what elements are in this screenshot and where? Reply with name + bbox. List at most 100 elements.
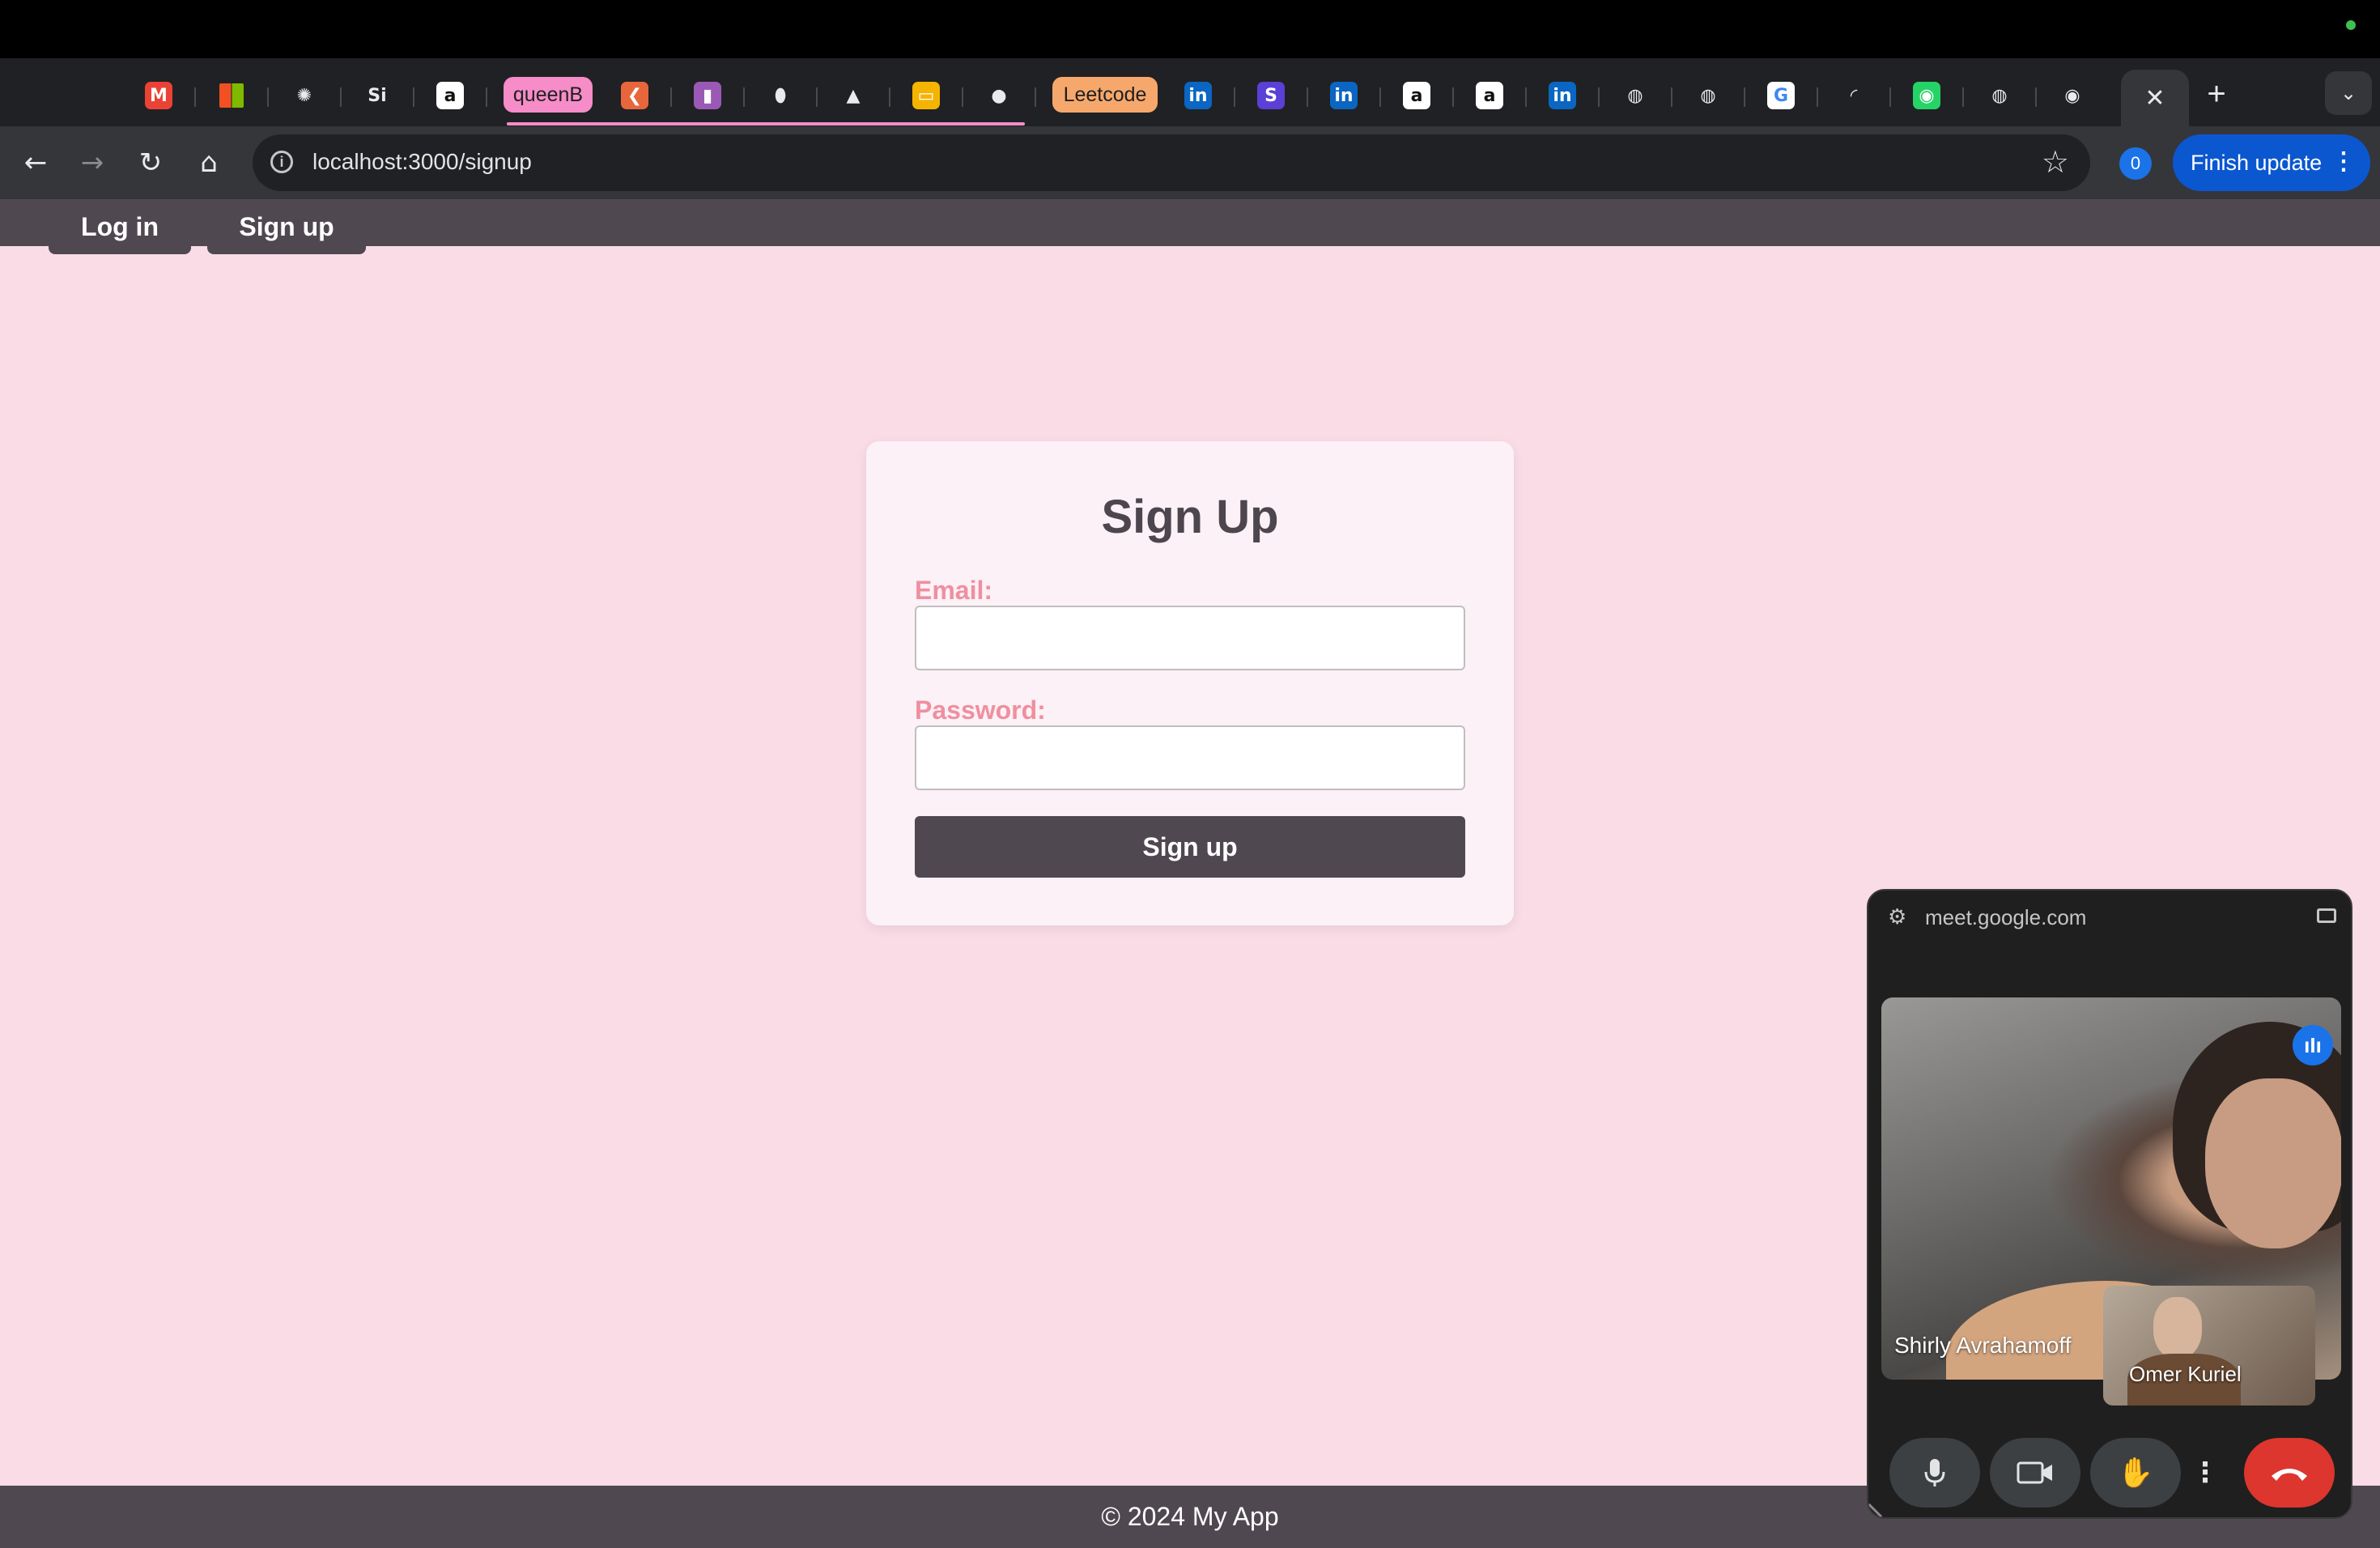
tab-separator bbox=[889, 87, 890, 107]
tab-separator bbox=[2035, 87, 2037, 107]
tab-separator bbox=[816, 87, 818, 107]
microsoft-icon bbox=[219, 83, 244, 108]
browser-tab[interactable]: ◍ bbox=[1978, 74, 2021, 117]
browser-tab[interactable]: ◍ bbox=[1687, 74, 1729, 117]
forward-button[interactable]: → bbox=[71, 142, 113, 184]
tab-group-queenb[interactable]: queenB bbox=[504, 77, 593, 113]
tab-separator bbox=[1889, 87, 1891, 107]
browser-tab[interactable]: G bbox=[1760, 74, 1802, 117]
tab-separator bbox=[1598, 87, 1600, 107]
address-bar[interactable]: i localhost:3000/signup ☆ bbox=[253, 134, 2090, 191]
site-info-icon[interactable]: i bbox=[270, 151, 293, 173]
browser-tab[interactable]: ✺ bbox=[283, 74, 325, 117]
browser-tab[interactable]: a bbox=[429, 74, 471, 117]
tab-separator bbox=[340, 87, 342, 107]
tab-separator bbox=[1962, 87, 1964, 107]
raise-hand-icon: ✋ bbox=[2117, 1457, 2154, 1490]
more-options-icon: ⋮ bbox=[2191, 1457, 2219, 1489]
browser-tab[interactable]: a bbox=[1396, 74, 1438, 117]
footer-copyright: © 2024 My App bbox=[1101, 1502, 1279, 1531]
tab-separator bbox=[1452, 87, 1454, 107]
browser-tab[interactable]: ◉ bbox=[1906, 74, 1948, 117]
browser-tab[interactable]: ● bbox=[978, 74, 1020, 117]
meet-pip-window[interactable]: ⚙ meet.google.com ıIı Shirly Avrahamoff … bbox=[1867, 889, 2352, 1519]
amazon-icon: a bbox=[436, 82, 464, 109]
globe-icon: ◍ bbox=[1991, 85, 2008, 106]
microphone-button[interactable] bbox=[1889, 1438, 1980, 1508]
self-video: Omer Kuriel bbox=[2103, 1286, 2315, 1406]
more-options-button[interactable]: ⋮ bbox=[2189, 1438, 2221, 1508]
active-tab[interactable]: ✕ bbox=[2121, 70, 2189, 126]
mongodb-icon: ⬮ bbox=[775, 85, 786, 106]
browser-tab[interactable] bbox=[210, 74, 253, 117]
tab-group-queenb-underline bbox=[507, 122, 1025, 125]
browser-tab[interactable]: ▲ bbox=[832, 74, 874, 117]
tab-separator bbox=[962, 87, 963, 107]
password-field[interactable] bbox=[915, 725, 1465, 790]
os-menu-bar bbox=[0, 0, 2380, 58]
google-icon: G bbox=[1767, 82, 1795, 109]
tab-separator bbox=[1035, 87, 1036, 107]
finish-update-button[interactable]: Finish update ⋮ bbox=[2173, 134, 2370, 191]
browser-tab[interactable]: ◍ bbox=[1614, 74, 1656, 117]
amazon-icon: a bbox=[1476, 82, 1503, 109]
tab-separator bbox=[413, 87, 414, 107]
gmail-icon: M bbox=[145, 82, 172, 109]
login-link[interactable]: Log in bbox=[49, 199, 191, 254]
speaking-indicator-icon: ıIı bbox=[2293, 1025, 2333, 1065]
browser-tab[interactable]: ▮ bbox=[686, 74, 729, 117]
browser-tab[interactable]: S bbox=[1250, 74, 1292, 117]
browser-toolbar: ← → ↻ ⌂ i localhost:3000/signup ☆ 0 Fini… bbox=[0, 126, 2380, 199]
raise-hand-button[interactable]: ✋ bbox=[2090, 1438, 2181, 1508]
browser-tab[interactable]: Si bbox=[356, 74, 398, 117]
tab-strip: queenB Leetcode ✕ + ⌄ M ✺ Si a ❮ ▮ ⬮ ▲ ▭ ● in Sin a a… bbox=[0, 58, 2380, 126]
browser-tab[interactable]: in bbox=[1541, 74, 1583, 117]
new-tab-button[interactable]: + bbox=[2195, 73, 2238, 115]
tab-separator bbox=[743, 87, 745, 107]
tab-separator bbox=[1234, 87, 1235, 107]
signup-link[interactable]: Sign up bbox=[207, 199, 366, 254]
browser-tab[interactable]: ▭ bbox=[905, 74, 947, 117]
browser-tab[interactable]: in bbox=[1323, 74, 1365, 117]
browser-menu-icon[interactable]: ⋮ bbox=[2331, 147, 2356, 176]
back-button[interactable]: ← bbox=[15, 142, 57, 184]
site-settings-icon[interactable]: ⚙ bbox=[1888, 905, 1906, 929]
google-slides-icon: ▭ bbox=[912, 82, 940, 109]
browser-tab[interactable]: a bbox=[1468, 74, 1511, 117]
browser-tab[interactable]: M bbox=[138, 74, 180, 117]
return-to-tab-icon[interactable] bbox=[2317, 908, 2336, 923]
tab-search-button[interactable]: ⌄ bbox=[2325, 71, 2372, 115]
app-navbar: Log in Sign up bbox=[0, 199, 2380, 254]
browser-tab[interactable]: ⬮ bbox=[759, 74, 801, 117]
tab-separator bbox=[1817, 87, 1818, 107]
bookmark-star-icon[interactable]: ☆ bbox=[2042, 144, 2069, 180]
tab-separator bbox=[267, 87, 269, 107]
browser-tab[interactable]: ◜ bbox=[1833, 74, 1875, 117]
hang-up-button[interactable] bbox=[2244, 1438, 2335, 1508]
home-button[interactable]: ⌂ bbox=[188, 142, 230, 184]
close-tab-icon[interactable]: ✕ bbox=[2144, 84, 2165, 113]
camera-button[interactable] bbox=[1990, 1438, 2080, 1508]
tab-group-leetcode[interactable]: Leetcode bbox=[1052, 77, 1158, 113]
linkedin-icon: in bbox=[1549, 82, 1576, 109]
email-label: Email: bbox=[915, 576, 993, 605]
github-icon: ● bbox=[991, 85, 1007, 106]
signup-submit-button[interactable]: Sign up bbox=[915, 816, 1465, 878]
purple-app-icon: ▮ bbox=[694, 82, 721, 109]
amazon-icon: a bbox=[1403, 82, 1430, 109]
profile-badge[interactable]: 0 bbox=[2119, 147, 2152, 180]
email-field[interactable] bbox=[915, 606, 1465, 670]
self-participant-name: Omer Kuriel bbox=[2129, 1362, 2242, 1386]
tab-separator bbox=[486, 87, 487, 107]
browser-tab[interactable]: ◉ bbox=[2051, 74, 2093, 117]
call-controls: ✋ ⋮ bbox=[1868, 1438, 2351, 1509]
browser-tab[interactable]: ❮ bbox=[614, 74, 656, 117]
pip-header: ⚙ meet.google.com bbox=[1868, 891, 2351, 942]
form-title: Sign Up bbox=[1101, 491, 1279, 543]
hang-up-icon bbox=[2272, 1469, 2307, 1481]
url-text[interactable]: localhost:3000/signup bbox=[312, 149, 532, 175]
participant-face bbox=[2205, 1078, 2341, 1248]
browser-tab[interactable]: in bbox=[1177, 74, 1219, 117]
reload-button[interactable]: ↻ bbox=[130, 142, 172, 184]
tab-separator bbox=[1379, 87, 1381, 107]
